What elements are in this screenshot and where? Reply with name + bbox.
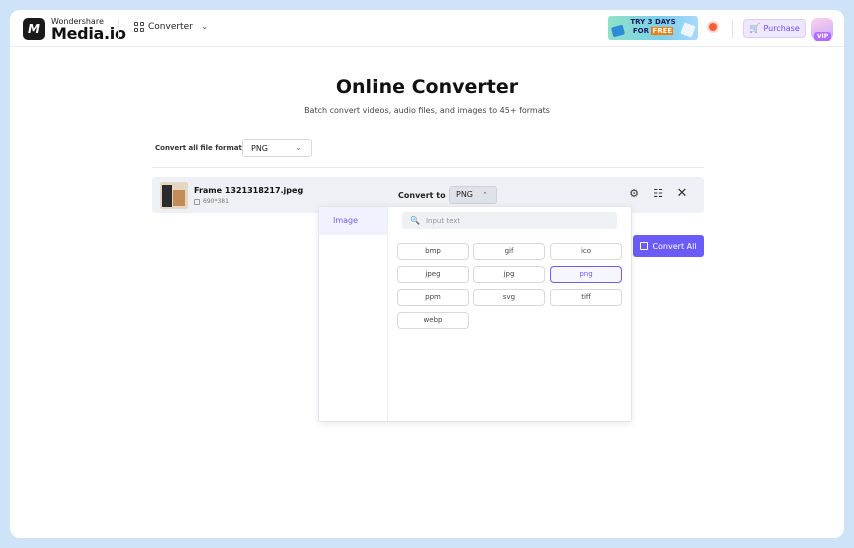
format-option-jpg[interactable]: jpg: [473, 266, 545, 283]
file-thumbnail: [160, 182, 188, 209]
close-icon[interactable]: ✕: [675, 187, 689, 201]
trial-text: TRY 3 DAYS FOR FREE: [628, 18, 678, 36]
format-option-webp[interactable]: webp: [397, 312, 469, 329]
banner-decoration-left: [610, 24, 626, 38]
convert-to-value: PNG: [456, 190, 474, 199]
format-dropdown: Image 🔍 bmp gif ico jpeg jpg png ppm svg…: [318, 206, 632, 422]
header-divider: [118, 20, 119, 38]
format-search[interactable]: 🔍: [402, 212, 617, 229]
converter-menu-label: Converter: [148, 22, 193, 32]
format-option-ppm[interactable]: ppm: [397, 289, 469, 306]
format-option-png[interactable]: png: [550, 266, 622, 283]
trial-line-1: TRY 3 DAYS: [630, 18, 676, 26]
purchase-label: Purchase: [763, 24, 800, 33]
format-option-svg[interactable]: svg: [473, 289, 545, 306]
edit-icon[interactable]: ☷: [651, 187, 665, 201]
settings-icon[interactable]: ⚙: [627, 187, 641, 201]
format-option-tiff[interactable]: tiff: [550, 289, 622, 306]
format-all-select[interactable]: PNG ⌄: [242, 139, 312, 157]
converter-menu[interactable]: Converter ⌄: [134, 22, 208, 32]
page-title: Online Converter: [335, 76, 519, 98]
grid-icon: [134, 22, 144, 32]
trial-line-2-prefix: FOR: [632, 27, 649, 35]
cart-icon: 🛒: [749, 23, 761, 34]
chevron-down-icon: ⌄: [295, 143, 302, 152]
format-option-gif[interactable]: gif: [473, 243, 545, 260]
free-trial-banner[interactable]: TRY 3 DAYS FOR FREE: [608, 16, 698, 40]
chevron-down-icon: ⌄: [200, 22, 209, 32]
app-window: M Wondershare Media.io Converter ⌄ TRY 3…: [10, 10, 844, 538]
format-option-ico[interactable]: ico: [550, 243, 622, 260]
category-image[interactable]: Image: [319, 207, 387, 235]
header-divider-2: [732, 20, 733, 38]
format-all-label: Convert all file format to:: [155, 144, 256, 152]
convert-all-button[interactable]: Convert All: [633, 235, 704, 257]
vip-badge: VIP: [814, 32, 831, 41]
format-option-bmp[interactable]: bmp: [397, 243, 469, 260]
trial-line-2: FOR FREE: [628, 27, 678, 36]
file-dimensions-value: 690*381: [203, 198, 229, 205]
file-name: Frame 1321318217.jpeg: [194, 186, 304, 195]
convert-all-label: Convert All: [652, 241, 697, 251]
format-search-input[interactable]: [425, 216, 606, 225]
media-io-logo[interactable]: M: [23, 18, 45, 40]
convert-icon: [640, 242, 649, 250]
convert-to-label: Convert to: [398, 191, 446, 200]
notification-dot-icon[interactable]: [709, 23, 717, 31]
purchase-button[interactable]: 🛒 Purchase: [743, 19, 806, 38]
trial-free-label: FREE: [651, 27, 674, 35]
banner-decoration-right: [680, 22, 696, 38]
dimensions-icon: [194, 198, 200, 205]
convert-to-select[interactable]: PNG ⌃: [449, 186, 497, 204]
page-subtitle: Batch convert videos, audio files, and i…: [304, 106, 550, 115]
section-divider: [152, 167, 704, 168]
top-header: M Wondershare Media.io Converter ⌄ TRY 3…: [10, 10, 844, 47]
chevron-up-icon: ⌃: [482, 191, 488, 199]
file-dimensions: 690*381: [194, 198, 229, 205]
dropdown-category-list: Image: [319, 207, 388, 421]
brand-name[interactable]: Media.io: [51, 24, 126, 43]
search-icon: 🔍: [410, 216, 420, 225]
format-all-value: PNG: [251, 143, 269, 153]
format-option-jpeg[interactable]: jpeg: [397, 266, 469, 283]
